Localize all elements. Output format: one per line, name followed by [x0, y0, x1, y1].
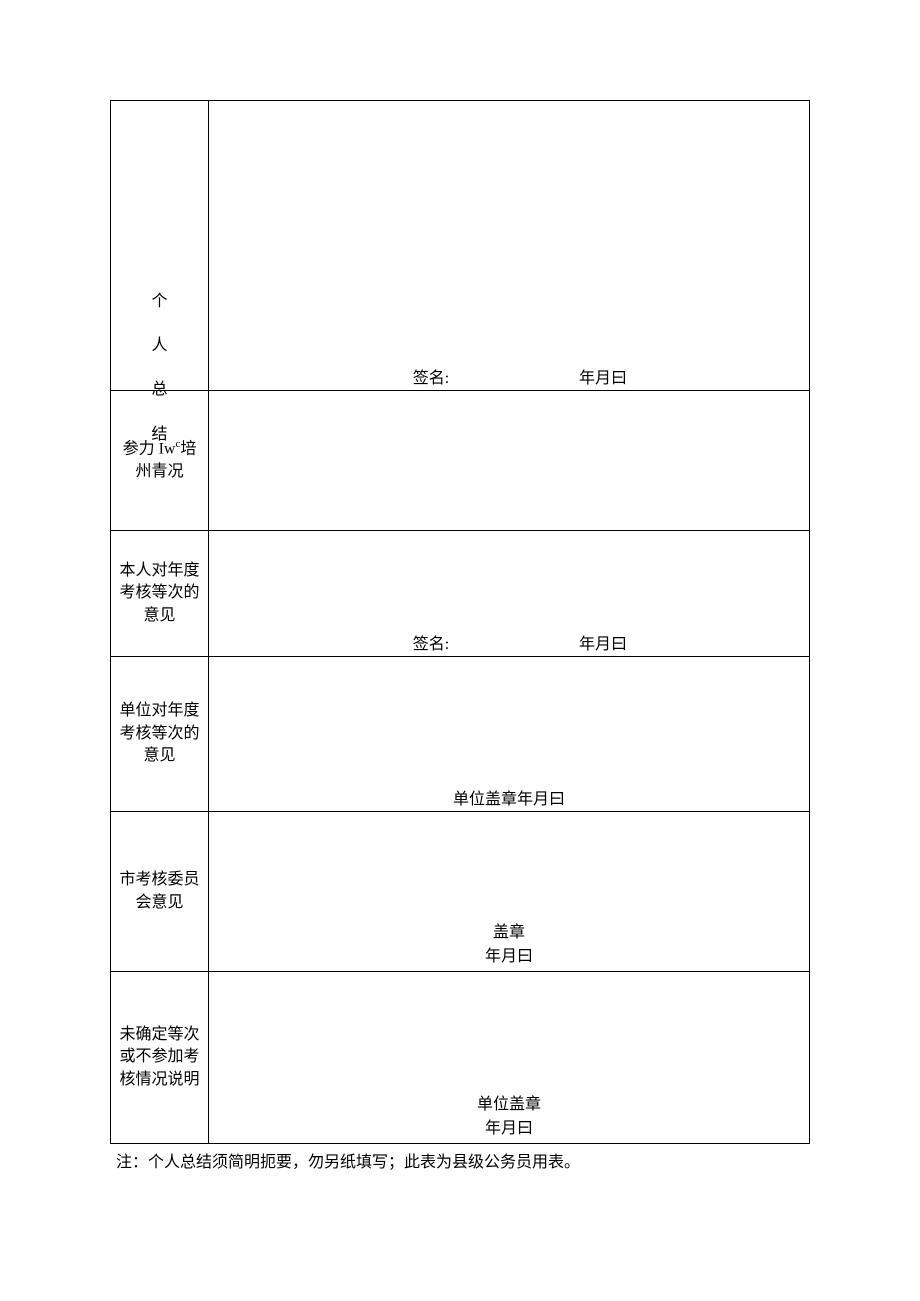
form-note: 注：个人总结须简明扼要，勿另纸填写；此表为县级公务员用表。 [110, 1148, 810, 1172]
row-content-no-grade-explain: 单位盖章 年月曰 [209, 972, 810, 1144]
row-content-personal-summary: 签名: 年月曰 [209, 101, 810, 391]
table-row: 本人对年度 考核等次的 意见 签名: 年月曰 [111, 531, 810, 657]
row-content-training [209, 391, 810, 531]
table-row: 参力 Iwc培 州青况 [111, 391, 810, 531]
row-label-committee-opinion: 市考核委员 会意见 [111, 812, 209, 972]
signature-label: 签名: [391, 630, 471, 654]
signature-label: 签名: [391, 364, 471, 388]
row-label-training: 参力 Iwc培 州青况 [111, 391, 209, 531]
row-label-unit-opinion: 单位对年度 考核等次的 意见 [111, 657, 209, 812]
row-label-self-opinion: 本人对年度 考核等次的 意见 [111, 531, 209, 657]
table-row: 个 人 总 结 签名: 年月曰 [111, 101, 810, 391]
document-page: 个 人 总 结 签名: 年月曰 [0, 0, 920, 1172]
label-text: 未确定等次 或不参加考 核情况说明 [111, 1024, 208, 1091]
table-row: 市考核委员 会意见 盖章 年月曰 [111, 812, 810, 972]
table-row: 未确定等次 或不参加考 核情况说明 单位盖章 年月曰 [111, 972, 810, 1144]
table-row: 单位对年度 考核等次的 意见 单位盖章年月曰 [111, 657, 810, 812]
row-label-no-grade-explain: 未确定等次 或不参加考 核情况说明 [111, 972, 209, 1144]
row-label-personal-summary: 个 人 总 结 [111, 101, 209, 391]
signature-line: 签名: 年月曰 [209, 364, 809, 388]
appraisal-form-table: 个 人 总 结 签名: 年月曰 [110, 100, 810, 1144]
label-char: 总 [151, 379, 167, 401]
label-char: 人 [151, 335, 167, 357]
label-char: 结 [151, 424, 167, 446]
stamp-block: 单位盖章 年月曰 [209, 1093, 809, 1141]
label-text: 本人对年度 考核等次的 意见 [111, 560, 208, 627]
label-text: 市考核委员 会意见 [111, 869, 208, 914]
stamp-block: 盖章 年月曰 [209, 921, 809, 969]
row-content-self-opinion: 签名: 年月曰 [209, 531, 810, 657]
stamp-line: 单位盖章年月曰 [209, 785, 809, 809]
vertical-label: 个 人 总 结 [111, 246, 208, 291]
row-content-unit-opinion: 单位盖章年月曰 [209, 657, 810, 812]
signature-line: 签名: 年月曰 [209, 630, 809, 654]
date-label: 年月曰 [579, 636, 627, 653]
label-char: 个 [151, 291, 167, 313]
date-label: 年月曰 [579, 370, 627, 387]
label-text: 单位对年度 考核等次的 意见 [111, 700, 208, 767]
row-content-committee-opinion: 盖章 年月曰 [209, 812, 810, 972]
